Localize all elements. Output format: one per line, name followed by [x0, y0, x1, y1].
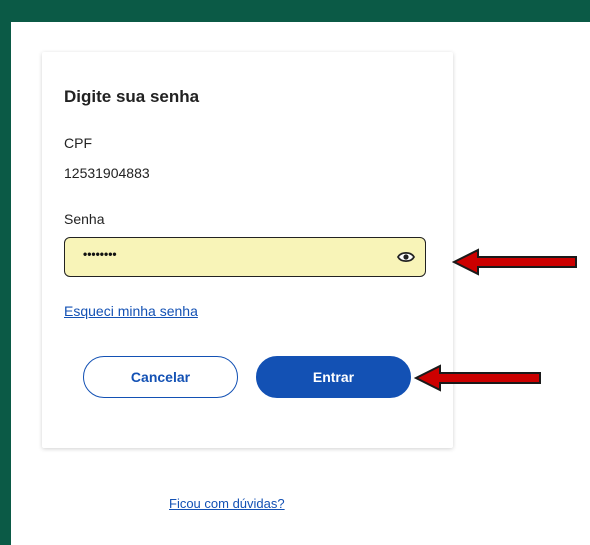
red-arrow-icon	[414, 364, 541, 392]
login-card: Digite sua senha CPF 12531904883 Senha •…	[42, 52, 453, 448]
submit-button[interactable]: Entrar	[256, 356, 411, 398]
password-field[interactable]: ••••••••	[64, 237, 426, 277]
cpf-value: 12531904883	[64, 165, 150, 181]
red-arrow-icon	[452, 248, 577, 276]
eye-icon[interactable]	[397, 250, 415, 264]
page-title: Digite sua senha	[64, 87, 200, 106]
password-label: Senha	[64, 211, 105, 227]
cancel-button[interactable]: Cancelar	[83, 356, 238, 398]
help-link[interactable]: Ficou com dúvidas?	[169, 496, 285, 511]
cpf-label: CPF	[64, 135, 92, 151]
password-value: ••••••••	[83, 247, 117, 261]
content-frame: Digite sua senha CPF 12531904883 Senha •…	[11, 22, 590, 545]
forgot-password-link[interactable]: Esqueci minha senha	[64, 303, 198, 319]
